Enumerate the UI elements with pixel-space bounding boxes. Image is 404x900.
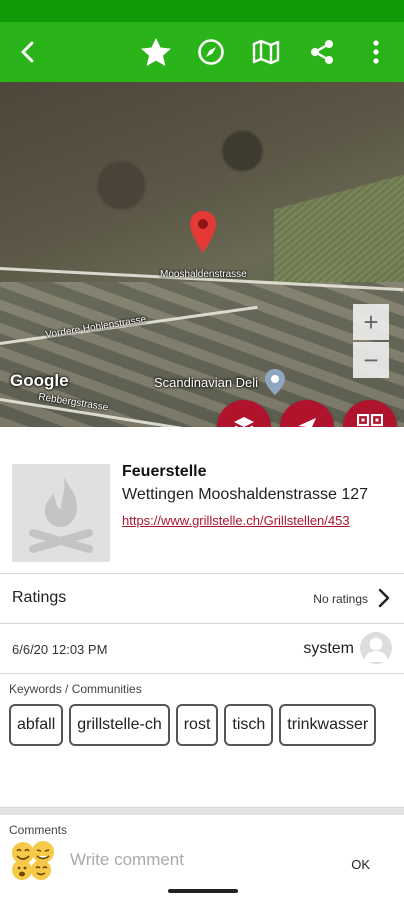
ok-button[interactable]: OK [351, 857, 370, 872]
qr-code-icon [357, 414, 383, 427]
keyword-chips: abfall grillstelle-ch rost tisch trinkwa… [9, 704, 399, 746]
more-button[interactable] [354, 22, 398, 82]
home-indicator [168, 889, 238, 893]
place-detail: Feuerstelle Wettingen Mooshaldenstrasse … [0, 427, 404, 574]
google-logo: Google [10, 371, 69, 390]
keyword-chip[interactable]: trinkwasser [279, 704, 377, 746]
chevron-right-icon [378, 588, 390, 608]
meta-row: 6/6/20 12:03 PM system [0, 624, 404, 674]
map-view[interactable]: Mooshaldenstrasse Vordere Hohlenstrasse … [0, 82, 404, 427]
emoji-button[interactable] [10, 839, 56, 881]
compass-icon [198, 39, 224, 65]
place-link[interactable]: https://www.grillstelle.ch/Grillstellen/… [122, 513, 350, 528]
place-label[interactable]: Scandinavian Deli [154, 375, 258, 390]
layers-icon [234, 417, 254, 427]
created-date: 6/6/20 12:03 PM [12, 642, 108, 657]
map-button[interactable] [244, 22, 288, 82]
navigation-icon [298, 418, 316, 427]
back-button[interactable] [6, 22, 50, 82]
author-name: system [303, 640, 354, 657]
ratings-value: No ratings [313, 592, 368, 606]
ratings-label: Ratings [12, 589, 67, 606]
status-bar [0, 0, 404, 22]
star-icon [141, 38, 171, 66]
location-pin-icon[interactable] [189, 210, 217, 254]
place-marker-icon [265, 369, 285, 395]
place-type: Feuerstelle [122, 463, 207, 480]
avatar [360, 632, 392, 664]
comments-section: Comments OK [0, 815, 404, 890]
share-button[interactable] [300, 22, 344, 82]
keywords-section: Keywords / Communities abfall grillstell… [0, 674, 404, 808]
keywords-caption: Keywords / Communities [9, 682, 142, 696]
keyword-chip[interactable]: rost [175, 704, 219, 746]
place-thumbnail [12, 464, 110, 562]
back-arrow-icon [21, 41, 34, 63]
map-icon [252, 39, 280, 65]
street-label: Mooshaldenstrasse [160, 269, 247, 280]
ratings-row[interactable]: Ratings No ratings [0, 574, 404, 624]
keyword-chip[interactable]: tisch [224, 704, 274, 746]
zoom-in-button[interactable]: + [353, 304, 389, 340]
comments-caption: Comments [9, 823, 68, 837]
app-bar [0, 22, 404, 82]
more-vert-icon [373, 40, 379, 64]
emoji-icon [12, 841, 54, 880]
campfire-icon [29, 473, 93, 553]
keyword-chip[interactable]: abfall [9, 704, 64, 746]
user-icon [364, 637, 388, 662]
navigate-button[interactable] [189, 22, 233, 82]
share-icon [311, 40, 333, 64]
zoom-out-button[interactable]: − [353, 342, 389, 378]
section-divider [0, 808, 404, 815]
keyword-chip[interactable]: grillstelle-ch [69, 704, 170, 746]
favorite-button[interactable] [134, 22, 178, 82]
comment-input[interactable] [70, 850, 330, 870]
place-address: Wettingen Mooshaldenstrasse 127 [122, 486, 369, 503]
